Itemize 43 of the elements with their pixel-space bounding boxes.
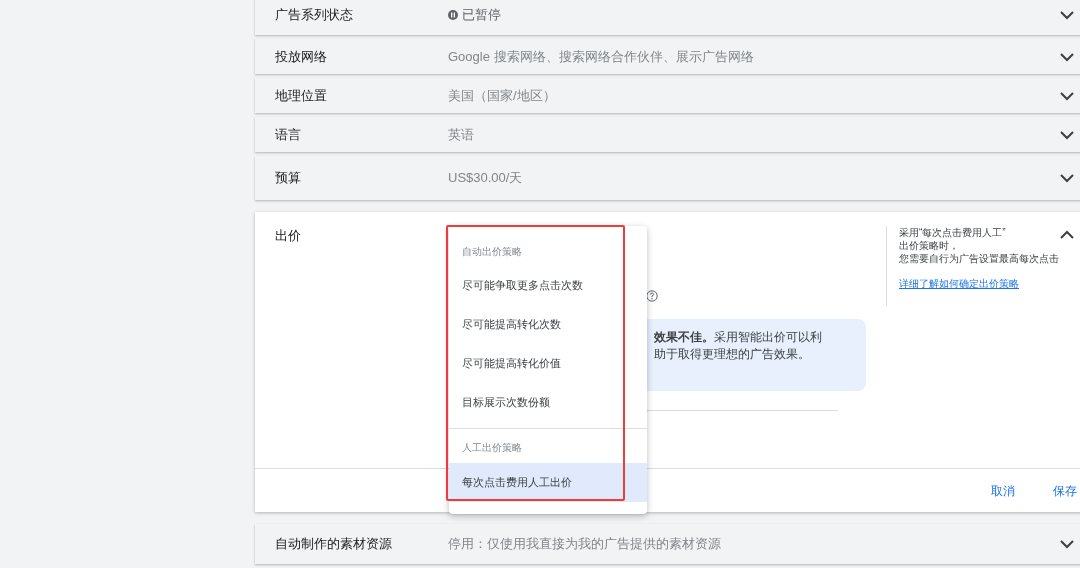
setting-value: 停用：仅使用我直接为我的广告提供的素材资源 [448, 535, 721, 554]
setting-row[interactable]: 语言 英语 [255, 117, 1080, 152]
setting-label: 预算 [275, 169, 302, 188]
setting-value: 美国（国家/地区） [448, 86, 556, 105]
setting-row[interactable]: 自动制作的素材资源 停用：仅使用我直接为我的广告提供的素材资源 [255, 524, 1080, 564]
dropdown-option[interactable]: 每次点击费用人工出价 [449, 463, 647, 502]
setting-value: 英语 [448, 125, 474, 144]
setting-value: 已暂停 [462, 5, 501, 24]
chevron-down-icon[interactable] [1059, 173, 1075, 183]
chevron-down-icon[interactable] [1059, 90, 1075, 101]
setting-label: 地理位置 [275, 86, 328, 105]
setting-value: US$30.00/天 [448, 169, 523, 188]
setting-row[interactable]: 投放网络 Google 搜索网络、搜索网络合作伙伴、展示广告网络 [255, 39, 1080, 74]
pause-icon [448, 9, 458, 20]
side-note-text: 出价策略时， [899, 239, 960, 252]
info-text: 助于取得更理想的广告效果。 [654, 346, 811, 363]
bidding-label: 出价 [274, 227, 302, 245]
dropdown-option[interactable]: 尽可能提高转化次数 [449, 305, 647, 344]
setting-label: 投放网络 [275, 47, 328, 66]
info-text: 效果不佳。采用智能出价可以利 [654, 329, 823, 346]
chevron-down-icon[interactable] [1059, 539, 1075, 549]
action-button[interactable]: 保存 [1053, 481, 1077, 500]
setting-label: 自动制作的素材资源 [275, 535, 393, 554]
setting-label: 广告系列状态 [275, 5, 354, 24]
dropdown-option[interactable]: 尽可能提高转化价值 [449, 344, 647, 383]
learn-more-link[interactable]: 详细了解如何确定出价策略 [899, 277, 1059, 290]
dropdown-option[interactable]: 目标展示次数份额 [449, 383, 647, 422]
chevron-up-icon[interactable] [1059, 230, 1075, 240]
chevron-down-icon[interactable] [1059, 9, 1075, 20]
side-note-text: 您需要自行为广告设置最高每次点击 [899, 252, 1059, 265]
side-note-text: 采用“每次点击费用人工” [899, 226, 1007, 239]
chevron-down-icon[interactable] [1059, 129, 1075, 140]
setting-row[interactable]: 广告系列状态 已暂停 [255, 0, 1080, 35]
option-group-heading: 人工出价策略 [461, 440, 523, 455]
setting-row[interactable]: 预算 US$30.00/天 [255, 156, 1080, 200]
action-button[interactable]: 取消 [991, 481, 1015, 500]
chevron-down-icon[interactable] [1059, 51, 1075, 62]
dropdown-option[interactable]: 尽可能争取更多点击次数 [449, 266, 647, 305]
option-group-heading: 自动出价策略 [461, 244, 523, 259]
setting-row[interactable]: 地理位置 美国（国家/地区） [255, 78, 1080, 113]
help-icon[interactable] [646, 290, 658, 302]
setting-label: 语言 [275, 125, 302, 144]
setting-value: Google 搜索网络、搜索网络合作伙伴、展示广告网络 [448, 47, 754, 66]
